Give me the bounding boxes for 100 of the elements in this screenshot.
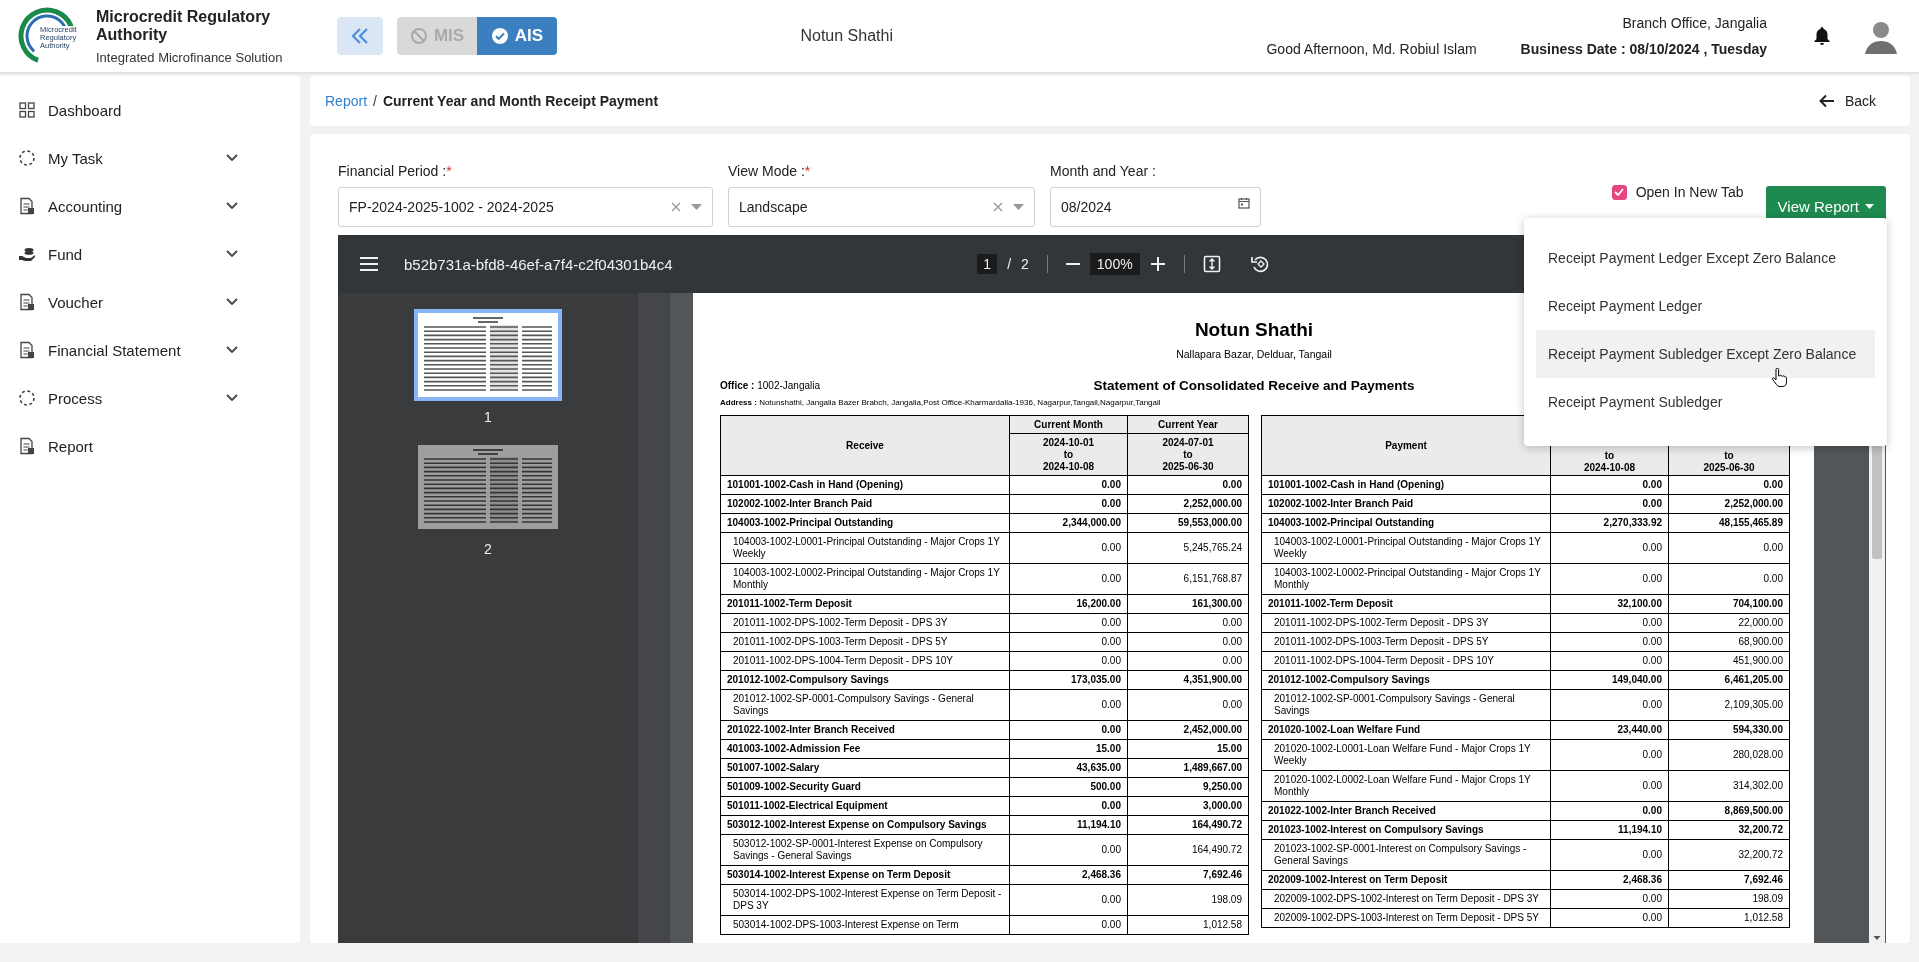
checkbox[interactable] <box>1611 184 1627 200</box>
table-cell: 198.09 <box>1668 889 1790 909</box>
breadcrumb-separator: / <box>373 93 377 109</box>
address-text: Address : Notunshathi, Jangalia Bazer Brabch, Jangalia,Post Office-Kharmardalla-1936, Nagarpur,Tangail,Nagarpur,Tangail <box>720 398 1161 407</box>
rotate-icon <box>1250 255 1269 273</box>
table-cell: 104003-1002-L0002-Principal Outstanding - Major Crops 1Y Monthly <box>1261 563 1551 595</box>
page-number-field[interactable]: 1 <box>977 254 998 274</box>
table-cell: 15.00 <box>1009 739 1128 759</box>
zoom-level-field[interactable]: 100% <box>1089 253 1140 275</box>
sidebar-item[interactable]: Accounting <box>0 182 300 230</box>
table-cell: 1,012.58 <box>1127 915 1249 935</box>
page-thumbnail[interactable] <box>414 309 562 401</box>
document-icon <box>18 341 36 359</box>
table-cell: 201011-1002-DPS-1004-Term Deposit - DPS 10Y <box>720 651 1010 671</box>
table-cell: 704,100.00 <box>1668 594 1790 614</box>
document-icon <box>18 437 36 455</box>
month-field[interactable]: 08/2024 <box>1050 187 1261 227</box>
double-chevron-left-icon <box>349 26 371 46</box>
table-cell: 0.00 <box>1550 563 1669 595</box>
menu-item[interactable]: Receipt Payment Subledger Except Zero Balance <box>1536 330 1875 378</box>
table-cell: 104003-1002-L0001-Principal Outstanding - Major Crops 1Y Weekly <box>1261 532 1551 564</box>
table-cell: 164,490.72 <box>1127 815 1249 835</box>
zoom-in-button[interactable] <box>1149 256 1166 272</box>
menu-item[interactable]: Receipt Payment Ledger <box>1536 282 1875 330</box>
table-cell: 202009-1002-DPS-1003-Interest on Term Deposit - DPS 5Y <box>1261 908 1551 928</box>
table-cell: 2,270,333.92 <box>1550 513 1669 533</box>
module-tab[interactable]: AIS <box>477 17 557 55</box>
clear-icon <box>993 202 1003 212</box>
sidebar-item[interactable]: Dashboard <box>0 86 300 134</box>
table-cell: 2,109,305.00 <box>1668 689 1790 721</box>
table-cell: 23,440.00 <box>1550 720 1669 740</box>
table-cell: 201011-1002-DPS-1002-Term Deposit - DPS 3Y <box>1261 613 1551 633</box>
select-field[interactable]: Landscape <box>728 187 1035 227</box>
fit-page-button[interactable] <box>1202 255 1221 273</box>
grid-icon <box>18 101 36 119</box>
sidebar-item[interactable]: Process <box>0 374 300 422</box>
table-cell: 6,461,205.00 <box>1668 670 1790 690</box>
rotate-button[interactable] <box>1250 255 1269 273</box>
table-cell: 314,302.00 <box>1668 770 1790 802</box>
table-cell: 101001-1002-Cash in Hand (Opening) <box>1261 475 1551 495</box>
hand-coins-icon <box>18 245 36 263</box>
dashed-circle-icon <box>18 389 36 407</box>
back-button[interactable]: Back <box>1812 92 1882 110</box>
business-date: Business Date : 08/10/2024 , Tuesday <box>1520 41 1767 57</box>
office-text: Office : 1002-Jangalia <box>720 380 822 391</box>
fit-page-icon <box>1202 255 1221 273</box>
table-cell: 7,692.46 <box>1127 865 1249 885</box>
table-cell: 501007-1002-Salary <box>720 758 1010 778</box>
table-cell: 0.00 <box>1550 632 1669 652</box>
table-cell: 201011-1002-DPS-1003-Term Deposit - DPS 5Y <box>1261 632 1551 652</box>
column-header: Payment <box>1261 415 1551 476</box>
column-header: 2024-07-01 to 2025-06-30 <box>1127 433 1249 476</box>
table-cell: 15.00 <box>1127 739 1249 759</box>
table-cell: 104003-1002-Principal Outstanding <box>720 513 1010 533</box>
sidebar-item[interactable]: Report <box>0 422 300 470</box>
table-cell: 0.00 <box>1009 834 1128 866</box>
branch-name: Branch Office, Jangalia <box>1622 15 1767 31</box>
table-cell: 0.00 <box>1127 613 1249 633</box>
table-cell: 3,000.00 <box>1127 796 1249 816</box>
document-icon <box>18 293 36 311</box>
table-cell: 164,490.72 <box>1127 834 1249 866</box>
table-cell: 2,452,000.00 <box>1127 720 1249 740</box>
sidebar-item[interactable]: Voucher <box>0 278 300 326</box>
table-cell: 0.00 <box>1009 689 1128 721</box>
sidebar-item[interactable]: Fund <box>0 230 300 278</box>
table-cell: 22,000.00 <box>1668 613 1790 633</box>
table-cell: 0.00 <box>1550 908 1669 928</box>
table-cell: 0.00 <box>1009 884 1128 916</box>
table-cell: 202009-1002-Interest on Term Deposit <box>1261 870 1551 890</box>
page-separator: / <box>1007 256 1012 272</box>
bell-icon[interactable] <box>1813 26 1831 46</box>
menu-item[interactable]: Receipt Payment Ledger Except Zero Balance <box>1536 234 1875 282</box>
app-title: Microcredit Regulatory Authority <box>96 7 272 44</box>
sidebar-item[interactable]: My Task <box>0 134 300 182</box>
table-cell: 201012-1002-Compulsory Savings <box>720 670 1010 690</box>
sidebar-item[interactable]: Financial Statement <box>0 326 300 374</box>
table-cell: 0.00 <box>1550 889 1669 909</box>
check-circle-icon <box>490 27 509 45</box>
select-field[interactable]: FP-2024-2025-1002 - 2024-2025 <box>338 187 713 227</box>
table-cell: 5,245,765.24 <box>1127 532 1249 564</box>
table-cell: 201020-1002-Loan Welfare Fund <box>1261 720 1551 740</box>
table-cell: 0.00 <box>1668 563 1790 595</box>
table-cell: 201011-1002-DPS-1003-Term Deposit - DPS 5Y <box>720 632 1010 652</box>
menu-button[interactable] <box>360 257 378 271</box>
field-label: Month and Year : <box>1050 163 1157 181</box>
caret-down-icon <box>691 204 702 210</box>
table-cell: 1,489,667.00 <box>1127 758 1249 778</box>
table-cell: 161,300.00 <box>1127 594 1249 614</box>
table-cell: 102002-1002-Inter Branch Paid <box>1261 494 1551 514</box>
breadcrumb-link[interactable]: Report <box>325 93 368 109</box>
table-cell: 401003-1002-Admission Fee <box>720 739 1010 759</box>
field-label: View Mode :* <box>728 163 812 181</box>
table-cell: 0.00 <box>1550 739 1669 771</box>
table-cell: 0.00 <box>1009 563 1128 595</box>
table-cell: 0.00 <box>1550 689 1669 721</box>
table-cell: 0.00 <box>1009 796 1128 816</box>
app-subtitle: Integrated Microfinance Solution <box>96 49 284 65</box>
table-cell: 501009-1002-Security Guard <box>720 777 1010 797</box>
table-cell: 101001-1002-Cash in Hand (Opening) <box>720 475 1010 495</box>
greeting-text: Good Afternoon, Md. Robiul Islam <box>1266 41 1477 57</box>
